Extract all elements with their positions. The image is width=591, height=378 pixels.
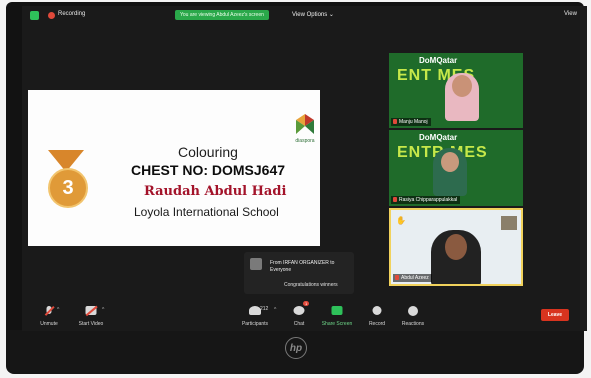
background-shelf <box>501 216 517 230</box>
viewing-screen-notice: You are viewing Abdul Azeez's screen <box>175 10 269 20</box>
security-shield-icon[interactable] <box>30 11 39 20</box>
banner-title: DoMQatar <box>419 56 458 65</box>
participant-name: Abdul Azeez <box>401 275 429 281</box>
chat-message: Congratulations winners <box>284 282 338 288</box>
recording-label: Recording <box>58 11 86 17</box>
share-screen-icon <box>331 306 343 315</box>
hp-logo: hp <box>285 337 307 359</box>
record-icon <box>372 306 382 315</box>
participant-name-tag: Rasiya Chipparappulakkal <box>391 196 461 204</box>
school-name: Loyola International School <box>134 205 279 219</box>
mic-muted-icon <box>393 119 397 125</box>
banner-title: DoMQatar <box>419 133 458 142</box>
video-options-caret-icon[interactable]: ^ <box>102 307 104 313</box>
logo-caption: diaspora <box>295 138 315 144</box>
video-tile[interactable]: DoMQatar ENT MES Manju Manoj <box>389 53 523 128</box>
participants-count: 212 <box>260 306 269 312</box>
chat-unread-badge: 1 <box>303 301 310 306</box>
shared-screen-slide: 3 diaspora Colouring CHEST NO: DOMSJ647 … <box>28 90 320 246</box>
meeting-topbar: Recording You are viewing Abdul Azeez's … <box>22 6 587 26</box>
reactions-button[interactable]: Reactions <box>388 299 438 331</box>
mic-muted-icon <box>393 197 397 203</box>
mic-muted-icon <box>395 275 399 281</box>
participant-name-tag: Manju Manoj <box>391 118 431 126</box>
participant-name-tag: Abdul Azeez <box>393 274 432 282</box>
participants-button[interactable]: 212 Participants <box>230 299 280 331</box>
reactions-label: Reactions <box>401 321 425 327</box>
diaspora-logo-icon <box>296 114 314 134</box>
active-speaker-tile[interactable]: ✋ Abdul Azeez <box>389 208 523 286</box>
view-button[interactable]: View <box>564 11 577 17</box>
zoom-window: Recording You are viewing Abdul Azeez's … <box>22 6 587 331</box>
bronze-medal-icon: 3 <box>48 168 88 208</box>
participant-name: Manju Manoj <box>399 119 428 125</box>
start-video-label: Start Video <box>78 321 104 327</box>
view-options-button[interactable]: View Options ⌄ <box>292 11 334 18</box>
participant-video <box>445 73 479 121</box>
start-video-button[interactable]: Start Video <box>66 299 116 331</box>
recording-icon <box>48 12 55 19</box>
reactions-icon <box>408 306 418 316</box>
video-tile[interactable]: DoMQatar ENTR MES Rasiya Chipparappulakk… <box>389 130 523 206</box>
chat-icon <box>293 306 305 315</box>
audio-options-caret-icon[interactable]: ^ <box>57 307 59 313</box>
participant-video <box>431 230 481 284</box>
sender-avatar <box>250 258 262 270</box>
chat-notification[interactable]: From IRFAN ORGANIZER to Everyone Congrat… <box>244 252 354 294</box>
chat-sender: From IRFAN ORGANIZER to Everyone <box>270 260 335 273</box>
participant-video <box>433 148 467 196</box>
leave-button[interactable]: Leave <box>541 309 569 321</box>
chest-number: CHEST NO: DOMSJ647 <box>131 162 286 178</box>
competition-title: Colouring <box>178 144 238 160</box>
raise-hand-icon: ✋ <box>396 216 406 225</box>
participant-name: Rasiya Chipparappulakkal <box>399 197 458 203</box>
participants-label: Participants <box>241 321 269 327</box>
video-off-icon <box>85 306 97 315</box>
student-name: Raudah Abdul Hadi <box>144 184 287 199</box>
mic-off-icon <box>44 306 55 315</box>
meeting-toolbar: Unmute ^ Start Video ^ 212 Participants … <box>22 299 587 331</box>
